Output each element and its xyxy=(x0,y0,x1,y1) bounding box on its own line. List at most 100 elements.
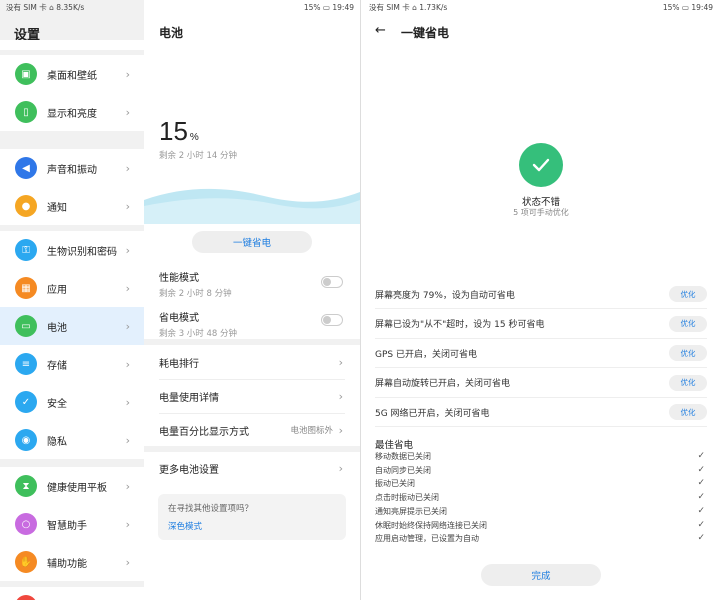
sidebar-item-label: 应用 xyxy=(47,284,67,296)
optimization-label: GPS 已开启，关闭可省电 xyxy=(375,349,477,360)
privacy-icon: ◉ xyxy=(15,429,37,451)
chevron-right-icon: › xyxy=(338,423,343,437)
best-saving-label: 移动数据已关闭 xyxy=(375,452,431,461)
best-saving-label: 通知亮屏提示已关闭 xyxy=(375,506,447,516)
optimize-button[interactable]: 优化 xyxy=(669,345,707,361)
power-rank-link[interactable]: 耗电排行 › xyxy=(159,345,345,379)
display-icon: ▯ xyxy=(15,101,37,123)
optimize-button[interactable]: 优化 xyxy=(669,315,707,332)
saver-mode-row[interactable]: 省电模式 剩余 3 小时 48 分钟 xyxy=(159,309,345,339)
sidebar-item[interactable]: ○ 智慧助手 › xyxy=(0,505,144,543)
optimization-item: 屏幕亮度为 79%，设为自动可省电 优化 xyxy=(375,280,707,309)
performance-mode-row[interactable]: 性能模式 剩余 2 小时 8 分钟 xyxy=(159,269,345,299)
usage-detail-link[interactable]: 电量使用详情 › xyxy=(159,379,345,413)
sidebar-item-label: 智慧助手 xyxy=(47,520,87,532)
optimization-label: 屏幕已设为"从不"超时，设为 15 秒可省电 xyxy=(375,320,545,330)
best-saving-label: 休眠时始终保持网络连接已关闭 xyxy=(375,520,487,530)
onekey-save-pane: 没有 SIM 卡 ⌂ 1.73K/s 15% ▭ 19:49 ← 一键省电 状态… xyxy=(360,0,720,600)
sidebar-item-label: 显示和亮度 xyxy=(47,108,97,120)
check-icon: ✓ xyxy=(697,519,705,530)
dark-mode-link[interactable]: 深色模式 xyxy=(168,520,336,532)
chevron-right-icon: › xyxy=(125,199,130,213)
sidebar-item[interactable]: ✋ 辅助功能 › xyxy=(0,543,144,581)
sidebar-item-label: 声音和振动 xyxy=(47,164,97,176)
sidebar-item[interactable]: ◀ 声音和振动 › xyxy=(0,149,144,187)
onekey-save-button[interactable]: 一键省电 xyxy=(192,231,312,253)
sidebar-item-label: 电池 xyxy=(47,322,67,334)
saver-mode-toggle[interactable] xyxy=(321,314,343,326)
sidebar-item-label: 隐私 xyxy=(47,436,67,448)
best-saving-label: 振动已关闭 xyxy=(375,479,415,489)
sidebar-item-label: 安全 xyxy=(47,398,67,410)
sidebar-item[interactable]: ✓ 安全 › xyxy=(0,383,144,421)
percent-display-link[interactable]: 电量百分比显示方式 电池图标外 › xyxy=(159,413,345,447)
chevron-right-icon: › xyxy=(125,479,130,493)
status-right: 15% ▭ 19:49 xyxy=(303,2,354,12)
more-battery-settings-label: 更多电池设置 xyxy=(159,464,219,476)
chevron-right-icon: › xyxy=(125,105,130,119)
chevron-right-icon: › xyxy=(338,355,343,369)
status-subtext: 5 项可手动优化 xyxy=(513,208,569,217)
sidebar-item[interactable]: ◉ 隐私 › xyxy=(0,421,144,459)
usage-detail-label: 电量使用详情 xyxy=(159,392,219,404)
chevron-right-icon: › xyxy=(338,389,343,403)
sidebar-item[interactable]: ▦ 应用 › xyxy=(0,269,144,307)
sidebar-item[interactable]: ● 通知 › xyxy=(0,187,144,225)
best-saving-item: 应用启动管理，已设置为自动 ✓ xyxy=(375,533,707,544)
sidebar-item[interactable]: ▯ 显示和亮度 › xyxy=(0,93,144,131)
apps-icon: ▦ xyxy=(15,277,37,299)
settings-group: ●用户和帐户› xyxy=(0,587,144,600)
percent-display-value: 电池图标外 xyxy=(290,426,333,436)
optimization-item: 屏幕自动旋转已开启，关闭可省电 优化 xyxy=(375,369,707,398)
chevron-right-icon: › xyxy=(125,555,130,569)
check-icon: ✓ xyxy=(697,464,705,475)
back-arrow-icon[interactable]: ← xyxy=(375,23,386,38)
storage-icon: ≡ xyxy=(15,353,37,375)
check-icon: ✓ xyxy=(697,492,705,503)
status-bar: 15% ▭ 19:49 xyxy=(144,0,360,14)
sidebar-item-label: 桌面和壁纸 xyxy=(47,70,97,82)
chevron-right-icon: › xyxy=(125,67,130,81)
done-button[interactable]: 完成 xyxy=(481,564,601,586)
sidebar-item[interactable]: ▣ 桌面和壁纸 › xyxy=(0,55,144,93)
chevron-right-icon: › xyxy=(125,517,130,531)
optimization-label: 5G 网络已开启，关闭可省电 xyxy=(375,408,490,419)
sidebar-item[interactable]: ▭ 电池 › xyxy=(0,307,144,345)
more-battery-settings-link[interactable]: 更多电池设置 › xyxy=(159,451,345,485)
chevron-right-icon: › xyxy=(338,461,343,475)
sidebar-item-label: 通知 xyxy=(47,202,67,214)
power-rank-label: 耗电排行 xyxy=(159,358,199,370)
sidebar-item-label: 辅助功能 xyxy=(47,558,87,570)
check-icon: ✓ xyxy=(697,505,705,516)
battery-icon: ▭ xyxy=(15,315,37,337)
sidebar-item[interactable]: ●用户和帐户› xyxy=(0,587,144,600)
performance-mode-label: 性能模式 xyxy=(159,273,199,284)
best-saving-item: 点击时振动已关闭 ✓ xyxy=(375,492,707,503)
settings-group: ⚿ 生物识别和密码 › ▦ 应用 › ▭ 电池 › ≡ 存储 › ✓ 安全 › ◉ 隐私 › xyxy=(0,231,144,459)
optimization-item: 屏幕已设为"从不"超时，设为 15 秒可省电 优化 xyxy=(375,310,707,339)
bell-icon: ● xyxy=(15,195,37,217)
optimization-label: 屏幕亮度为 79%，设为自动可省电 xyxy=(375,290,515,301)
best-saving-label: 应用启动管理，已设置为自动 xyxy=(375,534,479,544)
optimization-label: 屏幕自动旋转已开启，关闭可省电 xyxy=(375,379,511,389)
sound-icon: ◀ xyxy=(15,157,37,179)
saver-mode-sub: 剩余 3 小时 48 分钟 xyxy=(159,329,238,339)
suggestion-question: 在寻找其他设置项吗？ xyxy=(168,504,254,514)
hourglass-icon: ⧗ xyxy=(15,475,37,497)
chevron-right-icon: › xyxy=(125,319,130,333)
best-saving-item: 自动同步已关闭 ✓ xyxy=(375,465,707,476)
best-saving-label: 点击时振动已关闭 xyxy=(375,493,439,503)
status-bar: 没有 SIM 卡 ⌂ 1.73K/s 15% ▭ 19:49 xyxy=(369,0,719,14)
optimize-button[interactable]: 优化 xyxy=(669,404,707,420)
performance-mode-toggle[interactable] xyxy=(321,276,343,288)
sidebar-item-label: 生物识别和密码 xyxy=(47,246,117,258)
battery-pane: 15% ▭ 19:49 电池 15% 剩余 2 小时 14 分钟 一键省电 性能… xyxy=(144,0,360,600)
sidebar-item[interactable]: ≡ 存储 › xyxy=(0,345,144,383)
best-saving-item: 移动数据已关闭 ✓ xyxy=(375,451,707,462)
sidebar-item[interactable]: ⧗ 健康使用平板 › xyxy=(0,467,144,505)
best-saving-item: 休眠时始终保持网络连接已关闭 ✓ xyxy=(375,520,707,531)
optimize-button[interactable]: 优化 xyxy=(669,286,707,302)
sidebar-item-label: 存储 xyxy=(47,360,67,372)
sidebar-item[interactable]: ⚿ 生物识别和密码 › xyxy=(0,231,144,269)
optimize-button[interactable]: 优化 xyxy=(669,374,707,391)
